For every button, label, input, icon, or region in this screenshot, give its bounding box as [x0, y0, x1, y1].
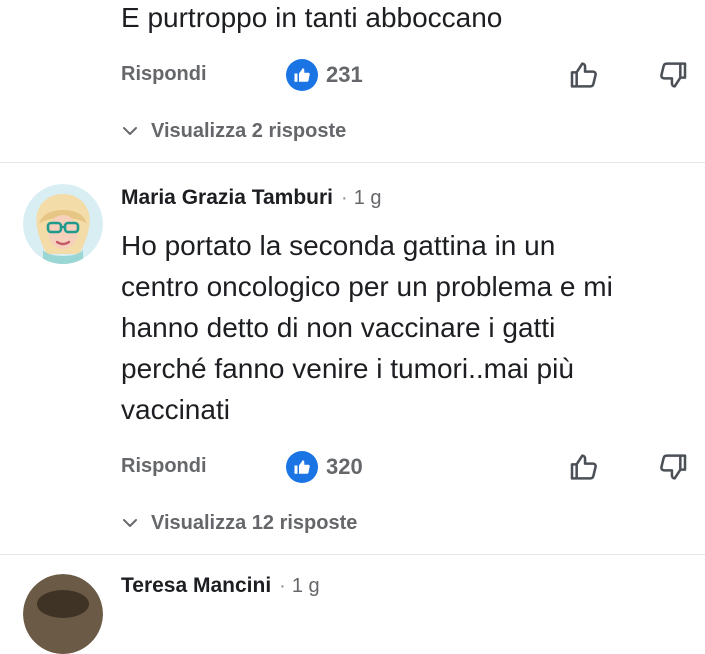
divider: [0, 162, 705, 163]
thumbs-down-outline-icon[interactable]: [655, 449, 691, 485]
comment-text-line: Ho portato la seconda gattina in un: [121, 230, 556, 261]
meta-separator: ·: [279, 575, 286, 597]
comment-text: E purtroppo in tanti abboccano: [121, 2, 503, 33]
comment-actions: Rispondi 231: [0, 55, 705, 95]
timestamp[interactable]: 1 g: [292, 575, 320, 598]
comment-text-line: centro oncologico per un problema e mi: [121, 271, 613, 302]
comment-text-line: perché fanno venire i tumori..mai più: [121, 353, 574, 384]
author-name[interactable]: Maria Grazia Tamburi: [121, 186, 333, 210]
chevron-down-icon: [123, 127, 137, 135]
comment-header: Teresa Mancini · 1 g: [121, 574, 320, 604]
view-replies-label: Visualizza 12 risposte: [151, 511, 358, 534]
reactions-summary[interactable]: 231: [286, 58, 363, 92]
comment-text-line: vaccinati: [121, 394, 230, 425]
chevron-down-icon: [123, 519, 137, 527]
like-count: 320: [326, 454, 363, 479]
meta-separator: ·: [341, 187, 348, 209]
view-replies-label: Visualizza 2 risposte: [151, 119, 347, 142]
comment-header: Maria Grazia Tamburi · 1 g: [121, 186, 382, 216]
avatar[interactable]: [23, 574, 103, 654]
timestamp[interactable]: 1 g: [354, 187, 382, 210]
thumbs-up-icon: [286, 451, 318, 483]
reply-button[interactable]: Rispondi: [121, 63, 207, 86]
comment-actions: Rispondi 320: [0, 447, 705, 487]
thumbs-up-outline-icon[interactable]: [566, 57, 602, 93]
thumbs-down-outline-icon[interactable]: [655, 57, 691, 93]
view-replies-button[interactable]: Visualizza 2 risposte: [121, 117, 346, 145]
like-count: 231: [326, 62, 363, 87]
divider: [0, 554, 705, 555]
thumbs-up-outline-icon[interactable]: [566, 449, 602, 485]
author-name[interactable]: Teresa Mancini: [121, 574, 271, 598]
view-replies-button[interactable]: Visualizza 12 risposte: [121, 509, 357, 537]
reactions-summary[interactable]: 320: [286, 450, 363, 484]
reply-button[interactable]: Rispondi: [121, 455, 207, 478]
avatar[interactable]: [23, 184, 103, 264]
comment-text-line: hanno detto di non vaccinare i gatti: [121, 312, 556, 343]
thumbs-up-icon: [286, 59, 318, 91]
